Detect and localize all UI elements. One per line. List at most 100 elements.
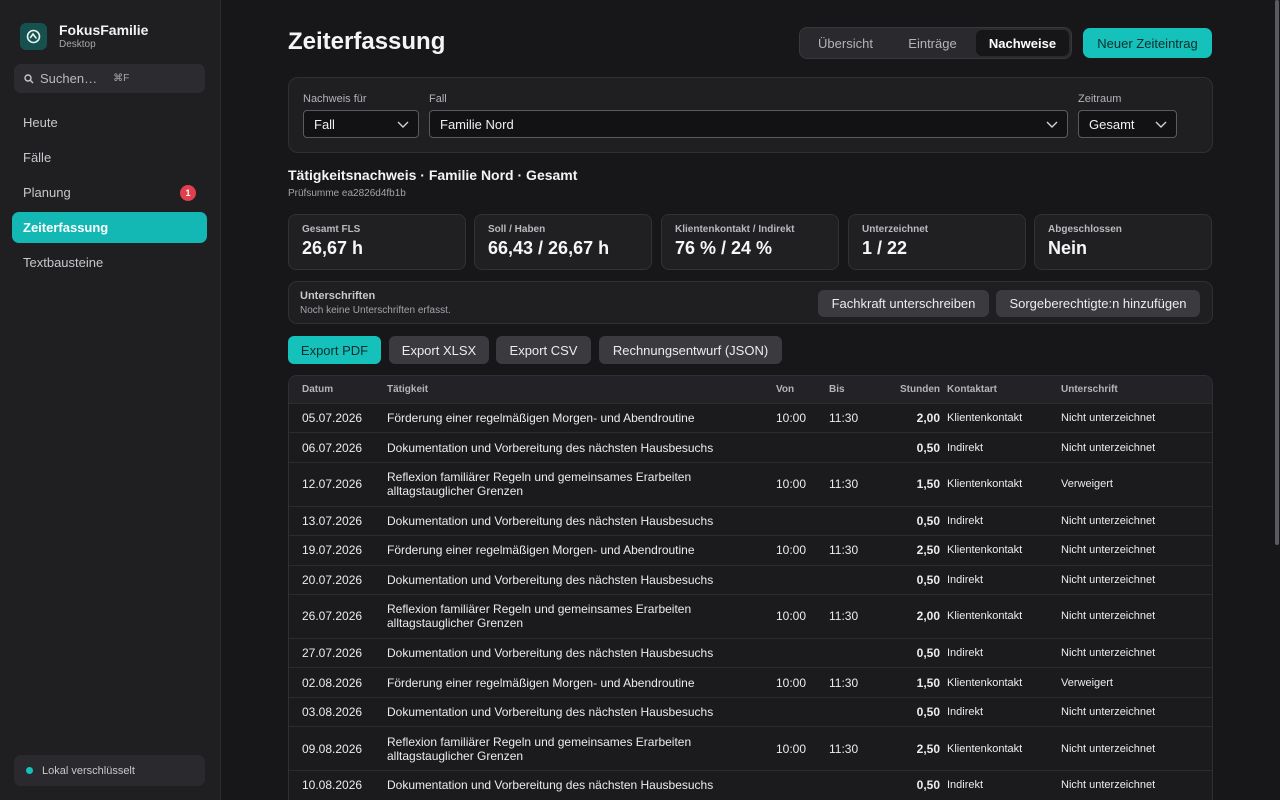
cell-hours: 2,00 bbox=[916, 411, 940, 426]
cell-contact-type: Klientenkontakt bbox=[947, 478, 1023, 491]
chevron-down-icon bbox=[1155, 121, 1167, 128]
cell-from: 10:00 bbox=[776, 609, 807, 624]
table-row[interactable]: 13.07.2026 Dokumentation und Vorbereitung… bbox=[289, 505, 1212, 535]
chevron-down-icon bbox=[397, 121, 409, 128]
cell-signature: Nicht unterzeichnet bbox=[1061, 647, 1156, 660]
cell-contact-type: Klientenkontakt bbox=[947, 676, 1023, 689]
signatures-panel: Unterschriften Noch keine Unterschriften… bbox=[288, 281, 1213, 324]
cell-from: 10:00 bbox=[776, 543, 807, 558]
fall-value: Familie Nord bbox=[440, 116, 514, 132]
add-guardian-button[interactable]: Sorgeberechtigte:n hinzufügen bbox=[996, 290, 1200, 317]
tab-nachweise[interactable]: Nachweise bbox=[976, 30, 1069, 56]
cell-date: 26.07.2026 bbox=[302, 609, 363, 624]
sidebar-item-label: Fälle bbox=[23, 150, 52, 165]
column-header-unterschrift[interactable]: Unterschrift bbox=[1061, 384, 1118, 395]
scrollbar[interactable] bbox=[1275, 0, 1279, 545]
stat-card-unterzeichnet: Unterzeichnet 1 / 22 bbox=[848, 214, 1026, 270]
entries-table: Datum Tätigkeit Von Bis Stunden Kontakta… bbox=[288, 375, 1213, 800]
cell-signature: Nicht unterzeichnet bbox=[1061, 441, 1156, 454]
table-row[interactable]: 02.08.2026 Förderung einer regelmäßigen M… bbox=[289, 667, 1212, 696]
search-input[interactable]: Suchen… ⌘F bbox=[14, 64, 205, 93]
app-logo-icon bbox=[20, 23, 47, 50]
sidebar-item-label: Heute bbox=[23, 115, 58, 130]
cell-to: 11:30 bbox=[829, 675, 859, 690]
column-header-bis[interactable]: Bis bbox=[829, 384, 845, 395]
search-icon bbox=[24, 73, 34, 84]
table-row[interactable]: 27.07.2026 Dokumentation und Vorbereitung… bbox=[289, 637, 1212, 667]
column-header-von[interactable]: Von bbox=[776, 384, 794, 395]
table-row[interactable]: 03.08.2026 Dokumentation und Vorbereitung… bbox=[289, 696, 1212, 726]
sidebar-item-label: Zeiterfassung bbox=[23, 220, 109, 235]
cell-signature: Nicht unterzeichnet bbox=[1061, 610, 1156, 623]
sign-as-specialist-button[interactable]: Fachkraft unterschreiben bbox=[818, 290, 989, 317]
cell-hours: 0,50 bbox=[916, 778, 940, 793]
stat-label: Unterzeichnet bbox=[862, 224, 929, 235]
cell-date: 05.07.2026 bbox=[302, 411, 363, 426]
cell-hours: 1,50 bbox=[916, 477, 940, 492]
cell-from: 10:00 bbox=[776, 675, 807, 690]
nachweis-select[interactable]: Fall bbox=[303, 110, 419, 138]
app-window: FokusFamilie Desktop Suchen… ⌘F Heute Fä… bbox=[0, 0, 1280, 800]
encryption-status-label: Lokal verschlüsselt bbox=[42, 764, 135, 777]
table-row[interactable]: 09.08.2026 Reflexion familiärer Regeln un… bbox=[289, 726, 1212, 770]
column-header-taetigkeit[interactable]: Tätigkeit bbox=[387, 384, 428, 395]
export-xlsx-button[interactable]: Export XLSX bbox=[389, 336, 489, 364]
table-row[interactable]: 12.07.2026 Reflexion familiärer Regeln un… bbox=[289, 461, 1212, 506]
fall-label: Fall bbox=[429, 93, 447, 105]
column-header-stunden[interactable]: Stunden bbox=[900, 384, 940, 395]
cell-hours: 0,50 bbox=[916, 572, 940, 587]
tab-eintraege[interactable]: Einträge bbox=[889, 30, 976, 56]
column-header-kontaktart[interactable]: Kontaktart bbox=[947, 384, 997, 395]
cell-date: 10.08.2026 bbox=[302, 778, 363, 793]
cell-contact-type: Indirekt bbox=[947, 441, 984, 454]
nachweis-value: Fall bbox=[314, 116, 335, 132]
cell-hours: 1,50 bbox=[916, 675, 940, 690]
cell-contact-type: Indirekt bbox=[947, 514, 984, 527]
page-title: Zeiterfassung bbox=[288, 28, 446, 55]
cell-signature: Nicht unterzeichnet bbox=[1061, 742, 1156, 755]
export-pdf-button[interactable]: Export PDF bbox=[288, 336, 381, 364]
stat-label: Abgeschlossen bbox=[1048, 224, 1122, 235]
sidebar-item-textbausteine[interactable]: Textbausteine bbox=[12, 247, 207, 278]
cell-hours: 2,50 bbox=[916, 543, 940, 558]
cell-contact-type: Klientenkontakt bbox=[947, 544, 1023, 557]
cell-to: 11:30 bbox=[829, 609, 859, 624]
stat-label: Klientenkontakt / Indirekt bbox=[675, 224, 795, 235]
view-tabs: Übersicht Einträge Nachweise bbox=[799, 27, 1072, 59]
stat-card-soll-haben: Soll / Haben 66,43 / 26,67 h bbox=[474, 214, 652, 270]
export-csv-button[interactable]: Export CSV bbox=[496, 336, 591, 364]
table-row[interactable]: 19.07.2026 Förderung einer regelmäßigen M… bbox=[289, 535, 1212, 564]
main-content: Zeiterfassung Übersicht Einträge Nachwei… bbox=[221, 0, 1280, 800]
table-row[interactable]: 06.07.2026 Dokumentation und Vorbereitung… bbox=[289, 432, 1212, 461]
sidebar-item-planung[interactable]: Planung 1 bbox=[12, 177, 207, 208]
cell-hours: 0,50 bbox=[916, 440, 940, 455]
sidebar-item-label: Planung bbox=[23, 185, 71, 200]
table-row[interactable]: 10.08.2026 Dokumentation und Vorbereitung… bbox=[289, 770, 1212, 799]
cell-task: Reflexion familiärer Regeln und gemeinsa… bbox=[387, 734, 692, 763]
encryption-status: Lokal verschlüsselt bbox=[14, 755, 205, 786]
cell-task: Dokumentation und Vorbereitung des nächs… bbox=[387, 704, 714, 719]
column-header-datum[interactable]: Datum bbox=[302, 384, 333, 395]
new-entry-button[interactable]: Neuer Zeiteintrag bbox=[1083, 28, 1212, 58]
stat-label: Gesamt FLS bbox=[302, 224, 361, 235]
sidebar-item-zeiterfassung[interactable]: Zeiterfassung bbox=[12, 212, 207, 243]
cell-task: Reflexion familiärer Regeln und gemeinsa… bbox=[387, 602, 692, 631]
notification-badge: 1 bbox=[180, 185, 196, 201]
cell-to: 11:30 bbox=[829, 411, 859, 426]
invoice-draft-button[interactable]: Rechnungsentwurf (JSON) bbox=[599, 336, 782, 364]
cell-task: Dokumentation und Vorbereitung des nächs… bbox=[387, 440, 714, 455]
sidebar-item-faelle[interactable]: Fälle bbox=[12, 142, 207, 173]
cell-signature: Verweigert bbox=[1061, 676, 1113, 689]
table-row[interactable]: 05.07.2026 Förderung einer regelmäßigen M… bbox=[289, 403, 1212, 432]
sidebar-item-heute[interactable]: Heute bbox=[12, 107, 207, 138]
tab-uebersicht[interactable]: Übersicht bbox=[802, 30, 889, 56]
zeitraum-select[interactable]: Gesamt bbox=[1078, 110, 1177, 138]
cell-task: Dokumentation und Vorbereitung des nächs… bbox=[387, 513, 714, 528]
fall-select[interactable]: Familie Nord bbox=[429, 110, 1068, 138]
table-row[interactable]: 26.07.2026 Reflexion familiärer Regeln un… bbox=[289, 593, 1212, 638]
sidebar-item-label: Textbausteine bbox=[23, 255, 104, 270]
cell-contact-type: Klientenkontakt bbox=[947, 610, 1023, 623]
cell-date: 06.07.2026 bbox=[302, 440, 363, 455]
cell-hours: 0,50 bbox=[916, 646, 940, 661]
table-row[interactable]: 20.07.2026 Dokumentation und Vorbereitung… bbox=[289, 564, 1212, 594]
